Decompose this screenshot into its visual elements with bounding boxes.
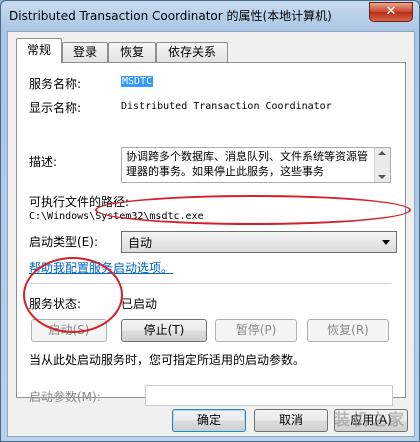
ok-button[interactable]: 确定: [172, 409, 246, 432]
service-name-value[interactable]: MSDTC: [121, 76, 154, 87]
startup-type-label: 启动类型(E):: [29, 235, 98, 249]
watermark: 装机之家: [333, 410, 406, 429]
startup-type-select[interactable]: 自动: [121, 231, 397, 253]
properties-window: Distributed Transaction Coordinator 的属性(…: [0, 0, 420, 442]
tab-dependencies[interactable]: 依存关系: [156, 42, 228, 62]
start-button[interactable]: 启动(S): [31, 319, 107, 342]
tab-general[interactable]: 常规: [16, 38, 62, 63]
description-scrollbar[interactable]: [374, 148, 390, 182]
description-box[interactable]: 协调跨多个数据库、消息队列、文件系统等资源管理器的事务。如果停止此服务，这些事务: [121, 147, 391, 183]
service-status-label: 服务状态:: [29, 297, 82, 311]
close-button[interactable]: ✕: [369, 2, 413, 22]
scroll-down-icon[interactable]: [378, 175, 386, 179]
start-params-label: 启动参数(M):: [29, 390, 101, 404]
service-status-value: 已启动: [121, 297, 158, 311]
start-params-input[interactable]: [145, 385, 393, 406]
separator: [29, 283, 391, 284]
title-bar[interactable]: Distributed Transaction Coordinator 的属性(…: [1, 1, 419, 29]
scroll-up-icon[interactable]: [378, 151, 386, 155]
description-label: 描述:: [29, 155, 58, 169]
window-title: Distributed Transaction Coordinator 的属性(…: [9, 9, 332, 23]
pause-button[interactable]: 暂停(P): [215, 319, 297, 342]
path-label: 可执行文件的路径:: [29, 195, 130, 209]
close-icon: ✕: [385, 4, 397, 19]
tab-recovery[interactable]: 恢复: [108, 42, 156, 62]
display-name-label: 显示名称:: [29, 101, 82, 115]
service-name-label: 服务名称:: [29, 77, 82, 91]
chevron-down-icon: [382, 240, 390, 245]
start-params-hint: 当从此处启动服务时，您可指定所适用的启动参数。: [29, 353, 306, 367]
cancel-button[interactable]: 取消: [254, 409, 328, 432]
startup-help-link[interactable]: 帮助我配置服务启动选项。: [29, 259, 173, 276]
tab-logon[interactable]: 登录: [62, 42, 108, 62]
general-tab-panel: 服务名称: MSDTC 显示名称: Distributed Transactio…: [16, 62, 406, 406]
resume-button[interactable]: 恢复(R): [307, 319, 389, 342]
path-value: C:\Windows\System32\msdtc.exe: [29, 211, 204, 222]
dialog-body: 常规 登录 恢复 依存关系 服务名称: MSDTC 显示名称: Distribu…: [7, 31, 415, 437]
display-name-value[interactable]: Distributed Transaction Coordinator: [121, 101, 332, 112]
description-value: 协调跨多个数据库、消息队列、文件系统等资源管理器的事务。如果停止此服务，这些事务: [126, 150, 368, 178]
startup-type-value: 自动: [128, 236, 153, 250]
stop-button[interactable]: 停止(T): [121, 319, 207, 342]
